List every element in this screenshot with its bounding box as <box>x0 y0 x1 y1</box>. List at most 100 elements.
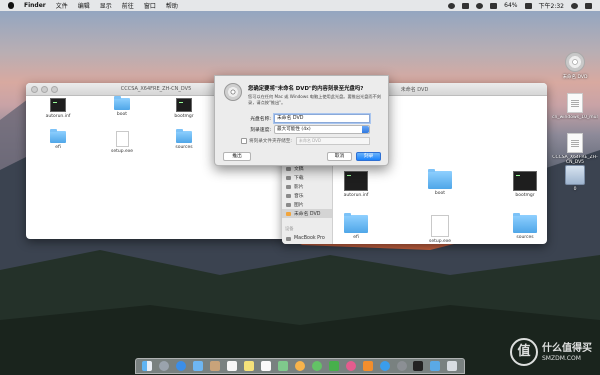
sidebar-item-movies[interactable]: 影片 <box>282 182 332 191</box>
desktop-icon-iso[interactable]: cn_windows_10_multiple_edition_x64_dvd_6… <box>552 93 598 126</box>
file-label: boot <box>434 191 446 196</box>
sidebar-item-label: 影片 <box>294 185 304 190</box>
burn-speed-select[interactable]: 最大可能性 (4x) <box>274 125 370 134</box>
finder-dock-icon[interactable] <box>142 361 153 371</box>
desktop-icon-label: cn_windows_10_multiple_edition_x64_dvd_6… <box>552 115 598 120</box>
maps-dock-icon[interactable] <box>277 361 288 371</box>
system-preferences-dock-icon[interactable] <box>396 361 407 371</box>
clock[interactable]: 下午2:32 <box>539 1 564 10</box>
file-label: autorun.inf <box>343 193 369 198</box>
chevron-updown-icon <box>362 126 369 133</box>
cancel-button[interactable]: 取消 <box>327 152 352 161</box>
file-label: boot <box>116 112 128 117</box>
sheet-message: 您确定要将"未命名 DVD"的内容刻录至光盘吗? <box>248 86 364 92</box>
terminal-icon <box>513 171 537 191</box>
save-burn-folder-field[interactable]: 未命名 DVD <box>295 137 370 145</box>
file-label: bootmgr <box>174 114 194 119</box>
notification-center-icon[interactable] <box>585 2 592 9</box>
burn-speed-value: 最大可能性 (4x) <box>277 127 311 132</box>
battery-icon[interactable] <box>524 2 532 9</box>
sidebar-item-macbook[interactable]: MacBook Pro <box>282 234 332 243</box>
file-label: efi <box>55 145 61 150</box>
safari-dock-icon[interactable] <box>176 361 187 371</box>
folder-icon <box>114 96 130 110</box>
file-item[interactable]: boot <box>422 169 458 196</box>
menu-view[interactable]: 显示 <box>100 1 112 10</box>
document-icon <box>115 131 129 147</box>
folder-icon <box>428 169 452 189</box>
ibooks-dock-icon[interactable] <box>362 361 373 371</box>
sidebar-item-label: 文稿 <box>294 167 304 172</box>
mail-dock-icon[interactable] <box>193 361 204 371</box>
file-label: efi <box>353 235 359 240</box>
sidebar-heading-devices: 设备 <box>285 227 294 232</box>
file-item[interactable]: bootmgr <box>166 98 202 119</box>
sidebar-item-label: MacBook Pro <box>294 236 325 241</box>
desktop-icon-drive[interactable]: 0 <box>552 165 598 192</box>
menu-window[interactable]: 窗口 <box>144 1 156 10</box>
desktop-icon-disc-image[interactable]: CCCSA_X64FRE_ZH-CN_DV5 <box>552 133 598 166</box>
disc-name-input[interactable]: 未命名 DVD <box>274 114 370 123</box>
bluetooth-icon[interactable] <box>462 2 470 9</box>
file-item[interactable]: bootmgr <box>507 171 543 198</box>
file-item[interactable]: sources <box>507 213 543 240</box>
save-burn-folder-row: 将刻录文件夹存储至: 未命名 DVD <box>241 137 370 145</box>
menu-edit[interactable]: 编辑 <box>78 1 90 10</box>
menu-bar: Finder 文件 编辑 显示 前往 窗口 帮助 64% 下午2:32 <box>0 0 600 11</box>
sidebar-item-dvd[interactable]: 未命名 DVD <box>282 209 332 218</box>
apple-menu-icon[interactable] <box>8 2 14 9</box>
file-item[interactable]: sources <box>166 129 202 150</box>
folder-icon <box>513 213 537 233</box>
sidebar-item-label: 图片 <box>294 203 304 208</box>
sidebar-item-music[interactable]: 音乐 <box>282 191 332 200</box>
menu-help[interactable]: 帮助 <box>166 1 178 10</box>
file-label: setup.exe <box>111 149 133 154</box>
file-item[interactable]: setup.exe <box>422 215 458 244</box>
sidebar-item-pictures[interactable]: 图片 <box>282 200 332 209</box>
save-burn-folder-checkbox[interactable] <box>241 138 247 144</box>
spotlight-icon[interactable] <box>571 2 578 9</box>
menu-file[interactable]: 文件 <box>56 1 68 10</box>
photos-dock-icon[interactable] <box>294 361 305 371</box>
file-item[interactable]: efi <box>338 213 374 240</box>
file-label: setup.exe <box>429 239 451 244</box>
trash-dock-icon[interactable] <box>447 361 458 371</box>
eject-button[interactable]: 推出 <box>223 152 251 161</box>
file-label: sources <box>516 235 534 240</box>
file-item[interactable]: setup.exe <box>104 131 140 154</box>
disc-name-label: 光盘名称: <box>250 117 271 122</box>
launchpad-dock-icon[interactable] <box>159 361 170 371</box>
sidebar-item-downloads[interactable]: 下载 <box>282 173 332 182</box>
menu-go[interactable]: 前往 <box>122 1 134 10</box>
desktop-icon-dvd[interactable]: 未命名 DVD <box>552 52 598 80</box>
burn-speed-label: 刻录速度: <box>250 128 271 133</box>
notes-dock-icon[interactable] <box>244 361 255 371</box>
facetime-dock-icon[interactable] <box>328 361 339 371</box>
music-icon <box>286 193 291 198</box>
app-store-dock-icon[interactable] <box>379 361 390 371</box>
time-machine-icon[interactable] <box>448 2 456 9</box>
battery-percent[interactable]: 64% <box>504 2 517 9</box>
terminal-icon <box>344 171 368 191</box>
documents-icon <box>286 166 291 171</box>
downloads-dock-icon[interactable] <box>430 361 441 371</box>
contacts-dock-icon[interactable] <box>210 361 221 371</box>
messages-dock-icon[interactable] <box>311 361 322 371</box>
desktop-icon-label: 未命名 DVD <box>562 75 588 80</box>
volume-icon[interactable] <box>490 2 498 9</box>
file-item[interactable]: autorun.inf <box>40 98 76 119</box>
burn-button[interactable]: 刻录 <box>356 152 381 161</box>
dvd-icon <box>565 52 585 72</box>
file-item[interactable]: boot <box>104 96 140 117</box>
reminders-dock-icon[interactable] <box>261 361 272 371</box>
file-item[interactable]: autorun.inf <box>338 171 374 198</box>
itunes-dock-icon[interactable] <box>345 361 356 371</box>
menu-app-finder[interactable]: Finder <box>24 2 46 9</box>
dvd-icon <box>224 83 242 101</box>
folder-icon <box>344 213 368 233</box>
terminal-dock-icon[interactable] <box>413 361 424 371</box>
file-item[interactable]: efi <box>40 129 76 150</box>
calendar-dock-icon[interactable] <box>227 361 238 371</box>
burn-speed-row: 刻录速度: 最大可能性 (4x) <box>248 125 370 134</box>
wifi-icon[interactable] <box>476 2 484 9</box>
